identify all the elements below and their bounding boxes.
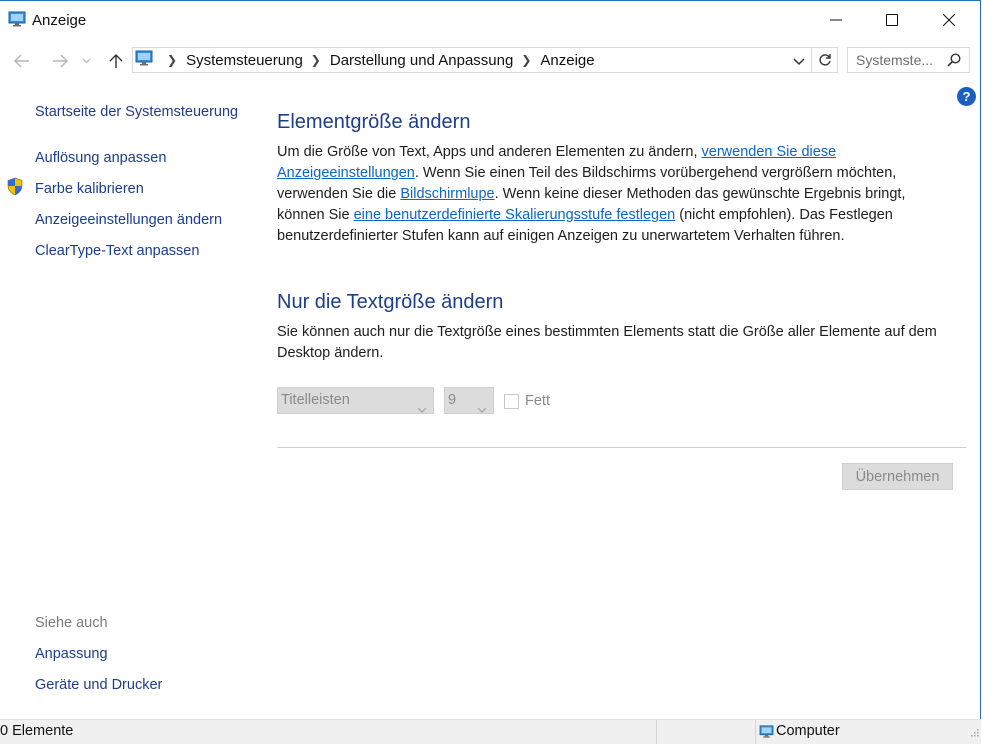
chevron-right-icon[interactable]: ❯ — [167, 53, 177, 67]
arrow-right-icon — [53, 54, 68, 68]
arrow-up-icon — [109, 54, 123, 68]
chevron-down-icon — [477, 397, 487, 422]
help-icon[interactable]: ? — [957, 87, 976, 106]
search-input[interactable] — [848, 48, 952, 72]
breadcrumb-systemsteuerung[interactable]: Systemsteuerung — [186, 52, 303, 69]
sidebar-link-display-settings[interactable]: Anzeigeeinstellungen ändern — [35, 212, 222, 228]
element-size-description: Um die Größe von Text, Apps und anderen … — [277, 142, 957, 247]
apply-button[interactable]: Übernehmen — [842, 463, 953, 490]
text-size-description: Sie können auch nur die Textgröße eines … — [277, 324, 937, 361]
font-size-select-value: 9 — [448, 392, 457, 408]
address-dropdown-button[interactable] — [793, 53, 805, 71]
maximize-icon — [886, 14, 898, 26]
divider — [277, 447, 966, 448]
element-select[interactable]: Titelleisten — [277, 387, 434, 414]
monitor-icon — [8, 11, 26, 32]
bold-checkbox[interactable] — [504, 394, 519, 409]
see-also-link-personalization[interactable]: Anpassung — [35, 646, 108, 662]
heading-text-size: Nur die Textgröße ändern — [277, 291, 504, 313]
close-icon — [943, 14, 955, 26]
computer-icon — [759, 725, 774, 743]
font-size-select[interactable]: 9 — [444, 387, 494, 414]
description-text: Um die Größe von Text, Apps und anderen … — [277, 144, 702, 160]
control-panel-window: Anzeige ❯ Systemsteuerung ❯ Darstellung … — [0, 0, 981, 744]
maximize-button[interactable] — [869, 2, 915, 38]
magnifier-link[interactable]: Bildschirmlupe — [400, 186, 494, 202]
element-select-value: Titelleisten — [281, 392, 350, 408]
breadcrumb-darstellung[interactable]: Darstellung und Anpassung — [330, 52, 513, 69]
uac-shield-icon — [6, 177, 24, 200]
close-button[interactable] — [926, 2, 972, 38]
title-bar[interactable]: Anzeige — [0, 1, 981, 39]
chevron-down-icon — [417, 397, 427, 422]
status-separator — [656, 720, 657, 744]
search-box[interactable] — [847, 47, 970, 73]
minimize-icon — [830, 19, 842, 21]
custom-scaling-link[interactable]: eine benutzerdefinierte Skalierungsstufe… — [354, 207, 676, 223]
status-bar: 0 Elemente Computer — [0, 719, 981, 744]
status-location: Computer — [776, 723, 840, 739]
resize-grip-icon[interactable] — [969, 724, 979, 742]
refresh-icon — [818, 54, 831, 66]
status-separator — [755, 720, 756, 744]
see-also-heading: Siehe auch — [35, 615, 108, 631]
search-icon[interactable] — [947, 53, 961, 72]
heading-element-size: Elementgröße ändern — [277, 111, 471, 133]
bold-checkbox-label[interactable]: Fett — [525, 393, 550, 409]
refresh-button[interactable] — [812, 47, 838, 73]
address-bar[interactable]: ❯ Systemsteuerung ❯ Darstellung und Anpa… — [132, 47, 812, 73]
arrow-left-icon — [14, 54, 29, 68]
chevron-down-icon — [82, 58, 90, 64]
back-button[interactable] — [11, 50, 33, 72]
chevron-right-icon[interactable]: ❯ — [521, 53, 531, 67]
see-also-link-devices[interactable]: Geräte und Drucker — [35, 677, 162, 693]
navigation-bar: ❯ Systemsteuerung ❯ Darstellung und Anpa… — [0, 45, 981, 77]
up-button[interactable] — [105, 50, 127, 72]
forward-button[interactable] — [49, 50, 71, 72]
sidebar-link-resolution[interactable]: Auflösung anpassen — [35, 150, 166, 166]
breadcrumb-anzeige[interactable]: Anzeige — [540, 52, 594, 69]
sidebar-link-cleartype[interactable]: ClearType-Text anpassen — [35, 243, 199, 259]
chevron-down-icon — [793, 58, 805, 66]
chevron-right-icon[interactable]: ❯ — [311, 53, 321, 67]
item-count: 0 Elemente — [0, 723, 74, 739]
minimize-button[interactable] — [813, 2, 859, 38]
computer-icon — [135, 50, 153, 71]
recent-locations-button[interactable] — [78, 50, 94, 72]
sidebar-link-calibrate[interactable]: Farbe kalibrieren — [35, 181, 144, 197]
window-title: Anzeige — [32, 12, 87, 29]
sidebar-home-link[interactable]: Startseite der Systemsteuerung — [35, 104, 238, 120]
